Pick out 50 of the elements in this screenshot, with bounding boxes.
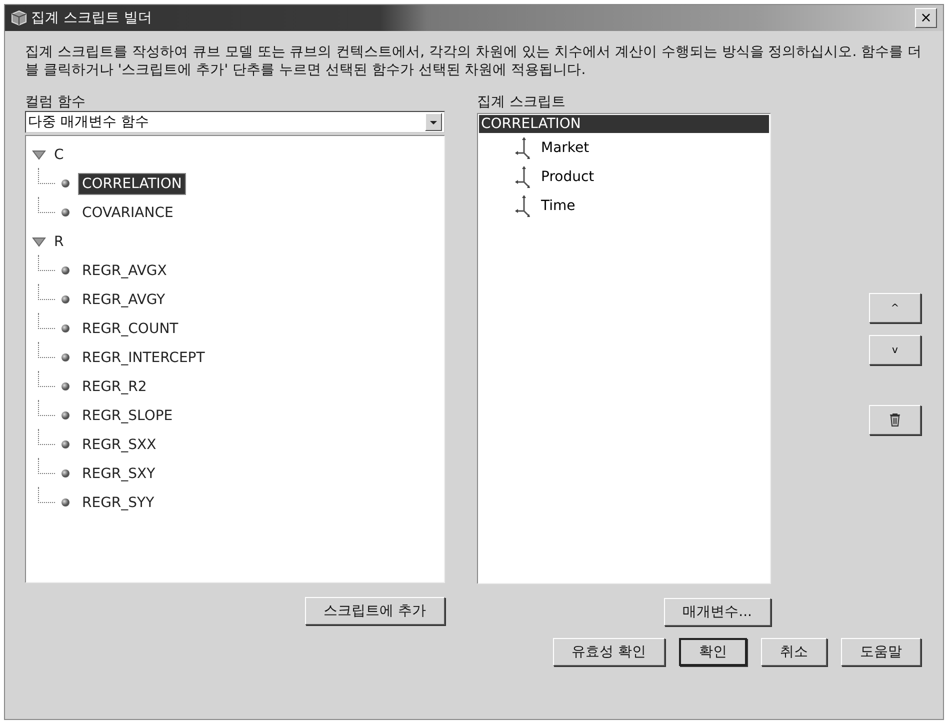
dimension-item[interactable]: Time — [541, 198, 576, 214]
function-item[interactable]: REGR_SLOPE — [78, 404, 177, 426]
function-item[interactable]: REGR_COUNT — [78, 318, 182, 340]
expanded-triangle-icon[interactable] — [32, 236, 46, 246]
window-title: 집계 스크립트 빌더 — [31, 9, 153, 27]
function-item[interactable]: COVARIANCE — [78, 202, 178, 224]
trash-icon — [889, 413, 901, 427]
function-type-dropdown[interactable]: 다중 매개변수 함수 — [25, 111, 445, 133]
tree-group[interactable]: R — [28, 227, 442, 256]
move-button[interactable]: ^ — [869, 293, 921, 323]
dimension-item[interactable]: Market — [541, 140, 590, 156]
function-item[interactable]: REGR_AVGY — [78, 288, 170, 310]
bullet-icon — [61, 295, 70, 304]
section-label: 집계 스크립트 — [477, 93, 566, 111]
bullet-icon — [61, 179, 70, 188]
dialog-button[interactable]: 도움말 — [841, 638, 921, 666]
function-item[interactable]: REGR_AVGX — [78, 260, 171, 282]
add-to-script-button[interactable]: 스크립트에 추가 — [304, 597, 445, 625]
bullet-icon — [61, 266, 70, 275]
bullet-icon — [61, 498, 70, 507]
bullet-icon — [61, 208, 70, 217]
dialog-button[interactable]: 유효성 확인 — [552, 638, 665, 666]
script-function-item[interactable]: CORRELATION — [479, 115, 769, 133]
function-item[interactable]: REGR_SXX — [78, 434, 160, 456]
dimension-icon — [513, 194, 533, 218]
dialog-button[interactable]: 확인 — [679, 638, 747, 666]
description-text: 집계 스크립트를 작성하여 큐브 모델 또는 큐브의 컨텍스트에서, 각각의 차원에 있는 치수에서 계산이 수행되는 방식을 정의하십시오. 함수를 더블 클릭하거나 '스크립트에 추가' 단추를 누르면 선택된 함수가 선택된 차원에 적용됩니다. — [25, 43, 923, 79]
bullet-icon — [61, 353, 70, 362]
bullet-icon — [61, 382, 70, 391]
move-button[interactable]: v — [869, 335, 921, 365]
function-item[interactable]: REGR_INTERCEPT — [78, 346, 209, 368]
bullet-icon — [61, 324, 70, 333]
dimension-icon — [513, 164, 533, 188]
function-item[interactable]: REGR_R2 — [78, 376, 151, 398]
section-label: 컬럼 함수 — [25, 93, 86, 111]
bullet-icon — [61, 440, 70, 449]
function-item[interactable]: CORRELATION — [78, 172, 186, 194]
cube-icon — [11, 10, 27, 26]
dimension-item[interactable]: Product — [541, 168, 594, 184]
close-button[interactable]: × — [915, 8, 937, 28]
tree-group[interactable]: C — [28, 140, 442, 169]
parameters-button[interactable]: 매개변수... — [664, 598, 771, 626]
expanded-triangle-icon[interactable] — [32, 150, 46, 160]
bullet-icon — [61, 469, 70, 478]
bullet-icon — [61, 411, 70, 420]
dialog-button[interactable]: 취소 — [761, 638, 827, 666]
delete-button[interactable] — [869, 405, 921, 435]
function-item[interactable]: REGR_SXY — [78, 462, 160, 484]
function-item[interactable]: REGR_SYY — [78, 492, 158, 514]
dimension-icon — [513, 136, 533, 160]
